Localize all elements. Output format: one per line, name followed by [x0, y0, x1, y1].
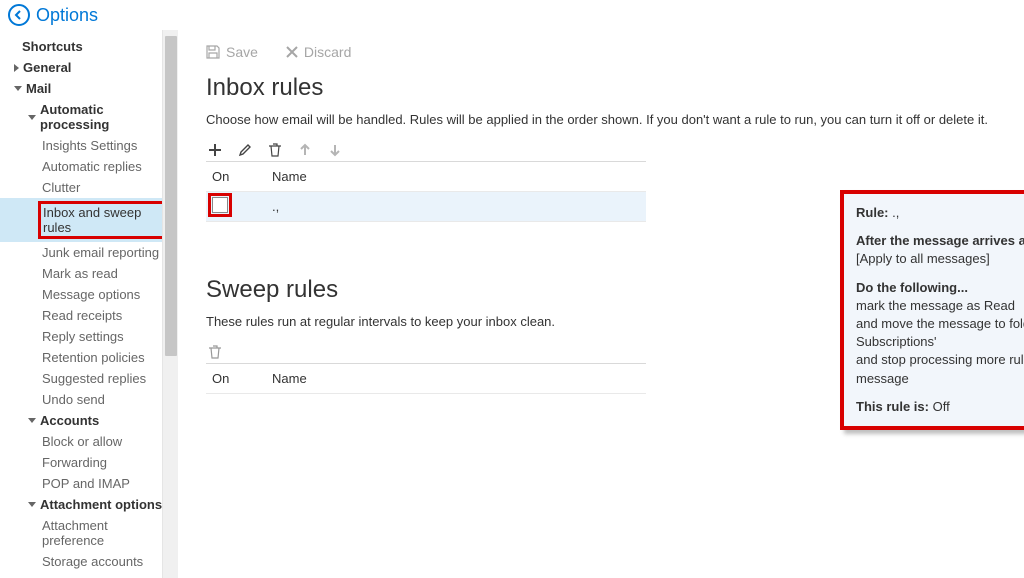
- sidebar-group-automatic-processing[interactable]: Automatic processing: [0, 99, 170, 135]
- sidebar-item-suggested-replies[interactable]: Suggested replies: [0, 368, 170, 389]
- sidebar-item-general[interactable]: General: [0, 57, 170, 78]
- inbox-rules-title: Inbox rules: [206, 74, 996, 102]
- delete-icon[interactable]: [268, 143, 282, 157]
- sidebar-item-automatic-replies[interactable]: Automatic replies: [0, 156, 170, 177]
- sidebar-item-attachment-preference[interactable]: Attachment preference: [0, 515, 170, 551]
- sweep-rules-table: On Name: [206, 363, 646, 394]
- rule-status-label: This rule is:: [856, 399, 929, 414]
- sidebar-item-reply-settings[interactable]: Reply settings: [0, 326, 170, 347]
- sidebar: Shortcuts General Mail Automatic process…: [0, 30, 178, 578]
- inbox-rules-table: On Name .,: [206, 161, 646, 222]
- sidebar-highlight: Inbox and sweep rules: [38, 201, 170, 239]
- sidebar-item-pop-imap[interactable]: POP and IMAP: [0, 473, 170, 494]
- sidebar-label: Automatic processing: [40, 102, 170, 132]
- move-down-icon: [328, 143, 342, 157]
- options-header: Options: [0, 0, 1024, 30]
- save-button[interactable]: Save: [206, 44, 258, 60]
- sidebar-item-message-options[interactable]: Message options: [0, 284, 170, 305]
- table-header: On Name: [206, 162, 646, 192]
- sidebar-item-shortcuts[interactable]: Shortcuts: [0, 36, 170, 57]
- edit-icon[interactable]: [238, 143, 252, 157]
- rule-after-text: [Apply to all messages]: [856, 250, 1024, 268]
- rule-do-line3: and stop processing more rules on this m…: [856, 351, 1024, 387]
- save-label: Save: [226, 44, 258, 60]
- main-content: Save Discard Inbox rules Choose how emai…: [178, 30, 1024, 578]
- back-icon[interactable]: [8, 4, 30, 26]
- rule-label: Rule:: [856, 205, 889, 220]
- rule-name: .,: [892, 205, 899, 220]
- col-name: Name: [266, 169, 646, 184]
- col-name: Name: [266, 371, 646, 386]
- sidebar-label: Attachment options: [40, 497, 162, 512]
- sidebar-item-mark-read[interactable]: Mark as read: [0, 263, 170, 284]
- page-title: Options: [36, 5, 98, 26]
- discard-label: Discard: [304, 44, 351, 60]
- inbox-rules-toolbar: [206, 143, 996, 157]
- scrollbar-thumb[interactable]: [165, 36, 177, 356]
- sidebar-label: Mail: [26, 81, 51, 96]
- close-icon: [286, 46, 298, 58]
- sidebar-item-forwarding[interactable]: Forwarding: [0, 452, 170, 473]
- sidebar-item-junk-email[interactable]: Junk email reporting: [0, 242, 170, 263]
- save-icon: [206, 45, 220, 59]
- sidebar-item-read-receipts[interactable]: Read receipts: [0, 305, 170, 326]
- discard-button[interactable]: Discard: [286, 44, 351, 60]
- rule-name-cell: .,: [266, 199, 646, 214]
- sidebar-item-block-allow[interactable]: Block or allow: [0, 431, 170, 452]
- sidebar-group-attachment[interactable]: Attachment options: [0, 494, 170, 515]
- add-icon[interactable]: [208, 143, 222, 157]
- col-on: On: [206, 169, 266, 184]
- sidebar-item-mail[interactable]: Mail: [0, 78, 170, 99]
- sidebar-label: General: [23, 60, 71, 75]
- col-on: On: [206, 371, 266, 386]
- action-bar: Save Discard: [206, 44, 996, 60]
- rule-after-label: After the message arrives and...: [856, 232, 1024, 250]
- rule-status-value: Off: [933, 399, 950, 414]
- rule-detail-panel: Rule: ., After the message arrives and..…: [840, 190, 1024, 430]
- sidebar-item-undo-send[interactable]: Undo send: [0, 389, 170, 410]
- sidebar-group-layout[interactable]: Layout: [0, 572, 170, 578]
- rule-do-line1: mark the message as Read: [856, 297, 1024, 315]
- sidebar-group-accounts[interactable]: Accounts: [0, 410, 170, 431]
- rule-do-label: Do the following...: [856, 279, 1024, 297]
- sidebar-item-storage-accounts[interactable]: Storage accounts: [0, 551, 170, 572]
- table-header: On Name: [206, 364, 646, 394]
- sidebar-label: Accounts: [40, 413, 99, 428]
- sidebar-item-insights[interactable]: Insights Settings: [0, 135, 170, 156]
- sidebar-item-retention[interactable]: Retention policies: [0, 347, 170, 368]
- sidebar-item-clutter[interactable]: Clutter: [0, 177, 170, 198]
- rule-do-line2: and move the message to folder 'RSS Subs…: [856, 315, 1024, 351]
- move-up-icon: [298, 143, 312, 157]
- sidebar-scrollbar[interactable]: [162, 30, 178, 578]
- sidebar-item-inbox-sweep-rules[interactable]: Inbox and sweep rules: [0, 198, 170, 242]
- table-row[interactable]: .,: [206, 192, 646, 222]
- rule-on-checkbox[interactable]: [212, 197, 228, 213]
- inbox-rules-description: Choose how email will be handled. Rules …: [206, 112, 996, 127]
